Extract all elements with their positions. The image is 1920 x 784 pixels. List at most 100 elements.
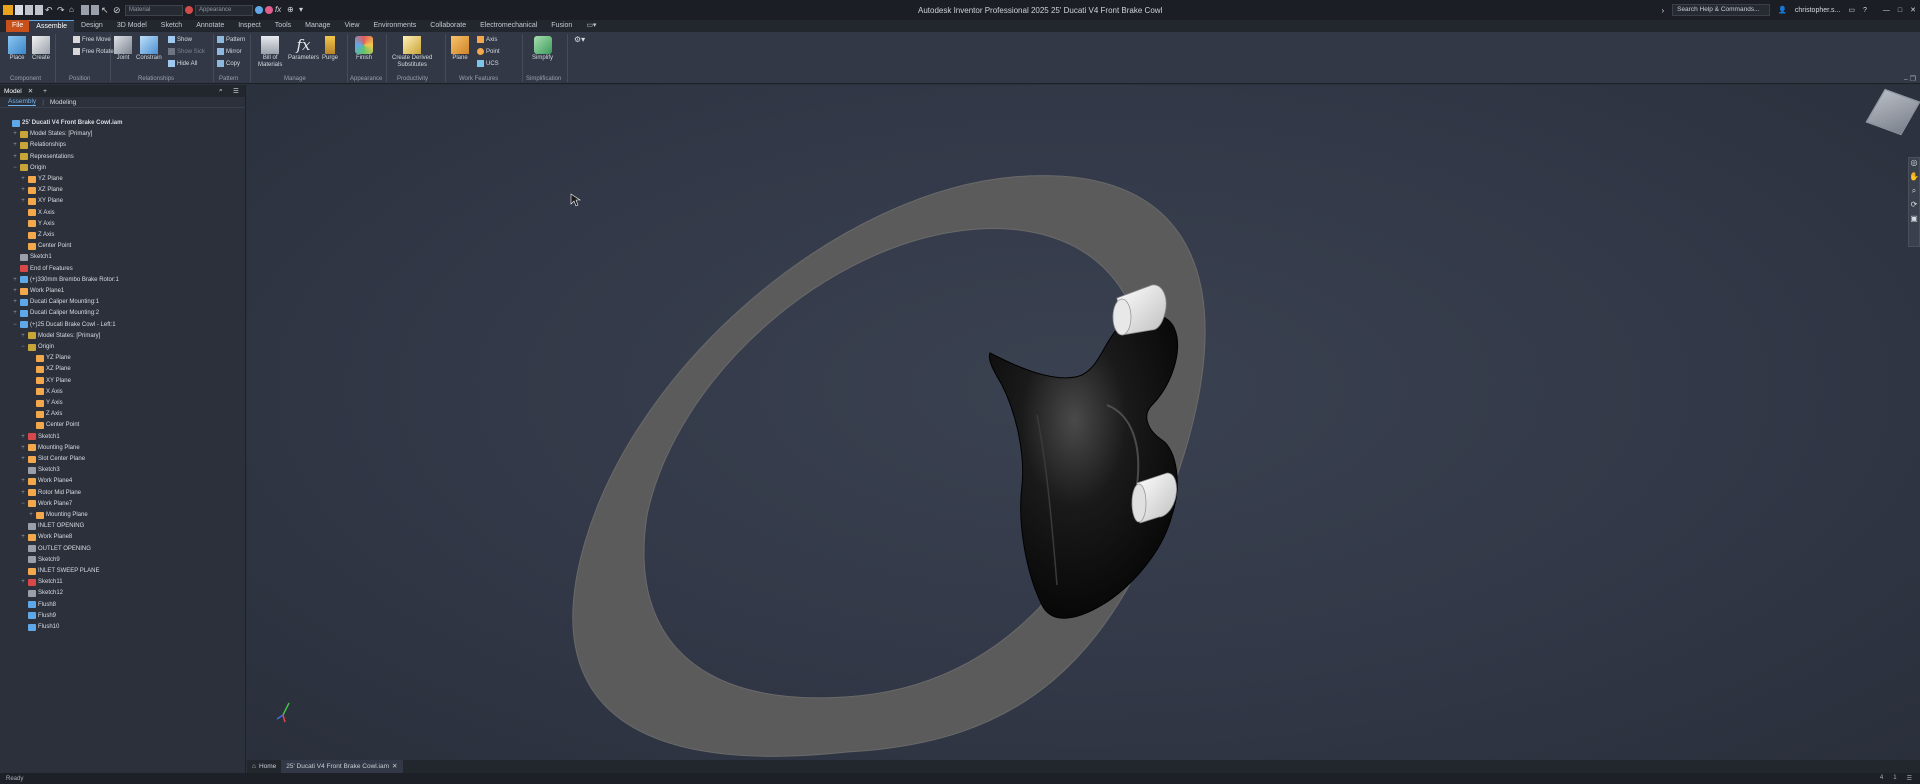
undo-icon[interactable]: ↶ [45, 5, 55, 15]
tab-file[interactable]: File [6, 20, 30, 32]
tree-node[interactable]: X Axis [28, 387, 63, 397]
finish-button[interactable]: Finish [355, 36, 373, 62]
expand-toggle-icon[interactable]: + [12, 277, 18, 283]
tree-node[interactable]: + Work Plane1 [12, 286, 64, 296]
close-doc-tab-icon[interactable]: ✕ [392, 760, 397, 773]
cart-icon[interactable]: ▭ [1848, 6, 1855, 14]
tab-design[interactable]: Design [74, 20, 110, 32]
update-icon[interactable]: ⊘ [113, 5, 123, 15]
expand-toggle-icon[interactable]: − [20, 344, 26, 350]
tree-node[interactable]: XY Plane [28, 376, 71, 386]
plane-button[interactable]: Plane [451, 36, 469, 62]
ribbon-options-icon[interactable]: ▭▾ [579, 20, 603, 32]
color-override-icon[interactable] [265, 6, 273, 14]
open-icon[interactable] [25, 5, 33, 15]
copy-button[interactable]: Copy [217, 60, 240, 67]
tree-node[interactable]: Sketch3 [20, 465, 60, 475]
simplify-button[interactable]: Simplify [532, 36, 553, 62]
pan-icon[interactable]: ✋ [1909, 172, 1919, 186]
expand-toggle-icon[interactable]: + [12, 131, 18, 137]
tab-tools[interactable]: Tools [268, 20, 298, 32]
clear-appearance-icon[interactable] [255, 6, 263, 14]
tree-node[interactable]: Sketch1 [12, 252, 52, 262]
tree-node[interactable]: + Slot Center Plane [20, 454, 85, 464]
fx-icon[interactable]: fx [275, 5, 285, 15]
tree-node[interactable]: INLET SWEEP PLANE [20, 566, 99, 576]
save-icon[interactable] [35, 5, 43, 15]
model-canvas[interactable] [247, 85, 1920, 760]
tab-fusion[interactable]: Fusion [544, 20, 579, 32]
tab-annotate[interactable]: Annotate [189, 20, 231, 32]
tab-electromechanical[interactable]: Electromechanical [473, 20, 544, 32]
tree-node[interactable]: Center Point [20, 241, 71, 251]
expand-toggle-icon[interactable]: + [20, 445, 26, 451]
status-menu-icon[interactable]: ☰ [1907, 775, 1912, 782]
show-sick-button[interactable]: Show Sick [168, 48, 205, 55]
tree-node[interactable]: + Representations [12, 152, 74, 162]
tree-node[interactable]: + Rotor Mid Plane [20, 488, 81, 498]
axis-button[interactable]: Axis [477, 36, 497, 43]
select-icon[interactable]: ↖ [101, 5, 111, 15]
constrain-button[interactable]: Constrain [136, 36, 162, 62]
expand-toggle-icon[interactable]: + [20, 490, 26, 496]
tab-view[interactable]: View [337, 20, 366, 32]
expand-toggle-icon[interactable]: + [20, 478, 26, 484]
browser-search-icon[interactable]: ⌕ [219, 87, 223, 95]
tree-node[interactable]: + Mounting Plane [28, 510, 88, 520]
maximize-icon[interactable]: □ [1898, 7, 1902, 14]
purge-button[interactable]: Purge [322, 36, 338, 62]
minimize-icon[interactable]: — [1883, 7, 1890, 14]
ribbon-settings-icon[interactable]: ⚙▾ [574, 35, 585, 44]
tree-node[interactable]: Y Axis [20, 219, 55, 229]
help-icon[interactable]: ? [1863, 7, 1867, 14]
tree-node[interactable]: + Mounting Plane [20, 443, 80, 453]
browser-subtab-assembly[interactable]: Assembly [8, 98, 37, 106]
expand-toggle-icon[interactable]: + [12, 310, 18, 316]
tab-inspect[interactable]: Inspect [231, 20, 268, 32]
steering-wheel-icon[interactable]: ◎ [1909, 158, 1919, 172]
tree-node[interactable]: − (+)25 Ducati Brake Cowl - Left:1 [12, 320, 116, 330]
free-rotate-button[interactable]: Free Rotate [73, 48, 114, 55]
tree-node[interactable]: + Ducati Caliper Mounting:2 [12, 308, 99, 318]
tree-node[interactable]: Flush10 [20, 622, 59, 632]
expand-toggle-icon[interactable]: − [20, 501, 26, 507]
place-button[interactable]: Place [8, 36, 26, 62]
free-move-button[interactable]: Free Move [73, 36, 111, 43]
expand-toggle-icon[interactable]: + [20, 333, 26, 339]
tree-node[interactable]: + XY Plane [20, 196, 63, 206]
create-button[interactable]: Create [32, 36, 50, 62]
zoom-icon[interactable]: ⌕ [1909, 186, 1919, 200]
viewport-minimize-icon[interactable]: – [1904, 76, 1908, 83]
tree-node[interactable]: − Origin [12, 163, 46, 173]
tree-node[interactable]: Sketch12 [20, 588, 63, 598]
home-icon[interactable]: ⌂ [69, 5, 79, 15]
expand-toggle-icon[interactable]: + [12, 299, 18, 305]
expand-toggle-icon[interactable]: + [20, 198, 26, 204]
tree-node[interactable]: OUTLET OPENING [20, 544, 91, 554]
tree-node[interactable]: + Work Plane8 [20, 532, 72, 542]
parameters-button[interactable]: fx Parameters [288, 36, 319, 62]
expand-toggle-icon[interactable]: − [12, 322, 18, 328]
tab-environments[interactable]: Environments [366, 20, 423, 32]
tree-node[interactable]: + XZ Plane [20, 185, 63, 195]
tree-node[interactable]: − Work Plane7 [20, 499, 72, 509]
expand-toggle-icon[interactable]: + [20, 187, 26, 193]
hide-all-button[interactable]: Hide All [168, 60, 197, 67]
expand-toggle-icon[interactable]: + [20, 176, 26, 182]
tab-manage[interactable]: Manage [298, 20, 337, 32]
tab-sketch[interactable]: Sketch [154, 20, 189, 32]
tree-node[interactable]: Y Axis [28, 398, 63, 408]
tree-node[interactable]: + Model States: [Primary] [12, 129, 92, 139]
mirror-button[interactable]: Mirror [217, 48, 242, 55]
tab-3d-model[interactable]: 3D Model [110, 20, 154, 32]
orbit-icon[interactable]: ⟳ [1909, 200, 1919, 214]
tree-node[interactable]: Center Point [28, 420, 79, 430]
point-button[interactable]: Point [477, 48, 500, 55]
close-icon[interactable]: ✕ [1910, 6, 1916, 14]
joint-button[interactable]: Joint [114, 36, 132, 62]
tree-node[interactable]: Z Axis [20, 230, 54, 240]
tree-root-assembly[interactable]: 25' Ducati V4 Front Brake Cowl.iam [4, 118, 122, 128]
print-icon[interactable] [81, 5, 89, 15]
bill-of-materials-button[interactable]: Bill of Materials [258, 36, 282, 69]
properties-icon[interactable] [91, 5, 99, 15]
